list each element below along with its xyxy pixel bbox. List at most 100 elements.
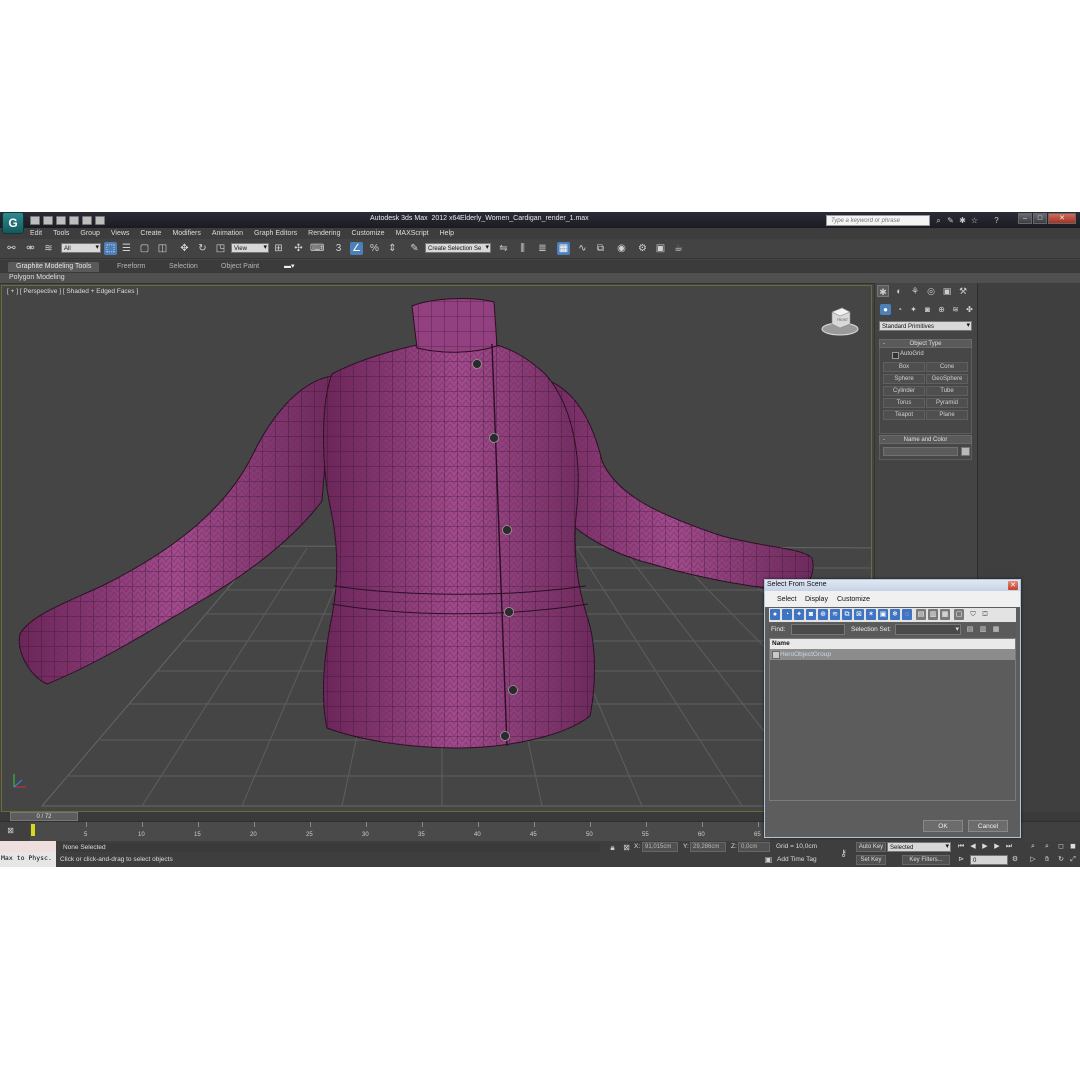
layer-manager-icon[interactable]: ≣ — [536, 242, 549, 255]
cylinder-button[interactable]: Cylinder — [883, 386, 925, 396]
window-crossing-icon[interactable]: ◫ — [156, 242, 169, 255]
sphere-button[interactable]: Sphere — [883, 374, 925, 384]
selection-filter-dropdown[interactable]: All — [61, 243, 101, 253]
open-file-icon[interactable] — [43, 215, 53, 225]
remove-selection-set-icon[interactable]: ▦ — [991, 624, 1001, 635]
graphite-toggle-icon[interactable]: ▦ — [557, 242, 570, 255]
display-frozen-icon[interactable]: ❄ — [890, 609, 900, 620]
project-folder-icon[interactable] — [95, 215, 105, 225]
maxscript-input[interactable] — [0, 841, 56, 852]
shapes-icon[interactable]: ◔ — [894, 304, 905, 315]
add-time-tag-button[interactable]: Add Time Tag — [777, 856, 817, 863]
primitive-category-dropdown[interactable]: Standard Primitives — [879, 321, 972, 331]
key-filters-button[interactable]: Key Filters... — [902, 855, 950, 865]
go-to-start-icon[interactable]: ⏮ — [956, 842, 966, 851]
space-warps-icon[interactable]: ≋ — [950, 304, 961, 315]
viewcube-icon[interactable]: FRONT — [820, 302, 860, 336]
name-column-header[interactable]: Name — [770, 639, 1015, 649]
autogrid-checkbox[interactable]: AutoGrid — [892, 351, 924, 359]
new-file-icon[interactable] — [30, 215, 40, 225]
hierarchy-tab-icon[interactable]: ⚘ — [909, 285, 921, 297]
minimize-button[interactable]: – — [1018, 213, 1032, 224]
box-button[interactable]: Box — [883, 362, 925, 372]
percent-snap-icon[interactable]: % — [368, 242, 381, 255]
curve-editor-icon[interactable]: ∿ — [576, 242, 589, 255]
menu-views[interactable]: Views — [111, 230, 130, 237]
pan-icon[interactable]: ✋︎ — [1042, 855, 1052, 864]
utilities-tab-icon[interactable]: ⚒ — [957, 285, 969, 297]
tab-graphite-modeling-tools[interactable]: Graphite Modeling Tools — [8, 262, 100, 272]
cancel-button[interactable]: Cancel — [968, 820, 1008, 832]
time-slider-thumb[interactable]: 0 / 72 — [10, 812, 78, 821]
display-bones-icon[interactable]: ✶ — [866, 609, 876, 620]
dialog-menu-customize[interactable]: Customize — [837, 596, 870, 603]
menu-group[interactable]: Group — [80, 230, 99, 237]
key-mode-dropdown[interactable]: Selected — [887, 842, 951, 852]
track-bar-timeline[interactable]: 5 10 15 20 25 30 35 40 45 50 55 60 65 — [30, 822, 770, 842]
named-selection-dropdown[interactable]: Create Selection Se — [425, 243, 491, 253]
cameras-icon[interactable]: ◙ — [922, 304, 933, 315]
help-search-input[interactable]: Type a keyword or phrase — [826, 215, 930, 226]
menu-rendering[interactable]: Rendering — [308, 230, 340, 237]
zoom-extents-icon[interactable]: ◻ — [1056, 842, 1066, 851]
object-name-input[interactable] — [883, 447, 958, 456]
tube-button[interactable]: Tube — [926, 386, 968, 396]
app-menu-icon[interactable]: G — [2, 212, 24, 234]
polygon-modeling-panel[interactable]: Polygon Modeling — [9, 274, 65, 281]
viewport-label[interactable]: [ + ] [ Perspective ] [ Shaded + Edged F… — [7, 288, 138, 295]
favorites-icon[interactable]: ☆ — [970, 216, 979, 225]
angle-snap-icon[interactable]: ∠ — [350, 242, 363, 255]
edit-named-selection-icon[interactable]: ✎ — [408, 242, 421, 255]
scale-icon[interactable]: ◳ — [214, 242, 227, 255]
next-frame-icon[interactable]: ▶ — [992, 842, 1002, 851]
display-all-icon[interactable]: ▤ — [916, 609, 926, 620]
helpers-icon[interactable]: ⊕ — [936, 304, 947, 315]
rotate-icon[interactable]: ↻ — [196, 242, 209, 255]
display-geometry-icon[interactable]: ● — [770, 609, 780, 620]
bind-space-warp-icon[interactable]: ≋ — [42, 242, 55, 255]
filter-options-icon[interactable]: ⛋ — [980, 609, 990, 620]
rendered-frame-icon[interactable]: ▣ — [654, 242, 667, 255]
display-containers-icon[interactable]: ▣ — [878, 609, 888, 620]
current-frame-field[interactable]: 0 — [970, 855, 1008, 865]
display-invert-icon[interactable]: ▦ — [940, 609, 950, 620]
lights-icon[interactable]: ✦ — [908, 304, 919, 315]
ok-button[interactable]: OK — [923, 820, 963, 832]
edit-selection-set-icon[interactable]: ▥ — [978, 624, 988, 635]
select-object-icon[interactable]: ⬚ — [104, 242, 117, 255]
go-to-end-icon[interactable]: ⏭ — [1004, 842, 1014, 851]
tab-object-paint[interactable]: Object Paint — [213, 262, 267, 272]
display-groups-icon[interactable]: ⧉ — [842, 609, 852, 620]
torus-button[interactable]: Torus — [883, 398, 925, 408]
object-color-swatch[interactable] — [961, 447, 970, 456]
modify-tab-icon[interactable]: ◐ — [893, 285, 905, 297]
schematic-view-icon[interactable]: ⧉ — [594, 242, 607, 255]
scene-object-list[interactable]: Name HeroObjectGroup — [769, 638, 1016, 801]
menu-help[interactable]: Help — [440, 230, 454, 237]
perspective-viewport[interactable]: [ + ] [ Perspective ] [ Shaded + Edged F… — [1, 285, 872, 812]
subscription-icon[interactable]: ✎ — [946, 216, 955, 225]
snap-toggle-icon[interactable]: 3 — [332, 242, 345, 255]
zoom-all-icon[interactable]: ⌕ — [1042, 842, 1052, 851]
material-editor-icon[interactable]: ◉ — [615, 242, 628, 255]
dialog-menu-display[interactable]: Display — [805, 596, 828, 603]
menu-edit[interactable]: Edit — [30, 230, 42, 237]
spinner-snap-icon[interactable]: ⇕ — [386, 242, 399, 255]
time-tag-icon[interactable]: ▣ — [762, 853, 775, 866]
selection-set-dropdown[interactable] — [895, 624, 961, 635]
list-item[interactable]: HeroObjectGroup — [770, 649, 1015, 660]
display-xrefs-icon[interactable]: ⊠ — [854, 609, 864, 620]
object-type-rollout-header[interactable]: Object Type — [879, 339, 972, 349]
set-key-button[interactable]: Set Key — [856, 855, 886, 865]
zoom-extents-all-icon[interactable]: ◼ — [1068, 842, 1078, 851]
communication-center-icon[interactable]: ✱ — [958, 216, 967, 225]
mirror-icon[interactable]: ⇋ — [497, 242, 510, 255]
menu-create[interactable]: Create — [140, 230, 161, 237]
cardigan-model[interactable] — [18, 298, 814, 749]
viewport-canvas[interactable] — [2, 286, 872, 812]
menu-maxscript[interactable]: MAXScript — [396, 230, 429, 237]
selection-lock-icon[interactable]: 🔒︎ — [606, 841, 619, 854]
dialog-title-bar[interactable]: Select From Scene ✕ — [765, 580, 1020, 591]
help-icon[interactable]: ? — [992, 216, 1001, 225]
menu-graph-editors[interactable]: Graph Editors — [254, 230, 297, 237]
